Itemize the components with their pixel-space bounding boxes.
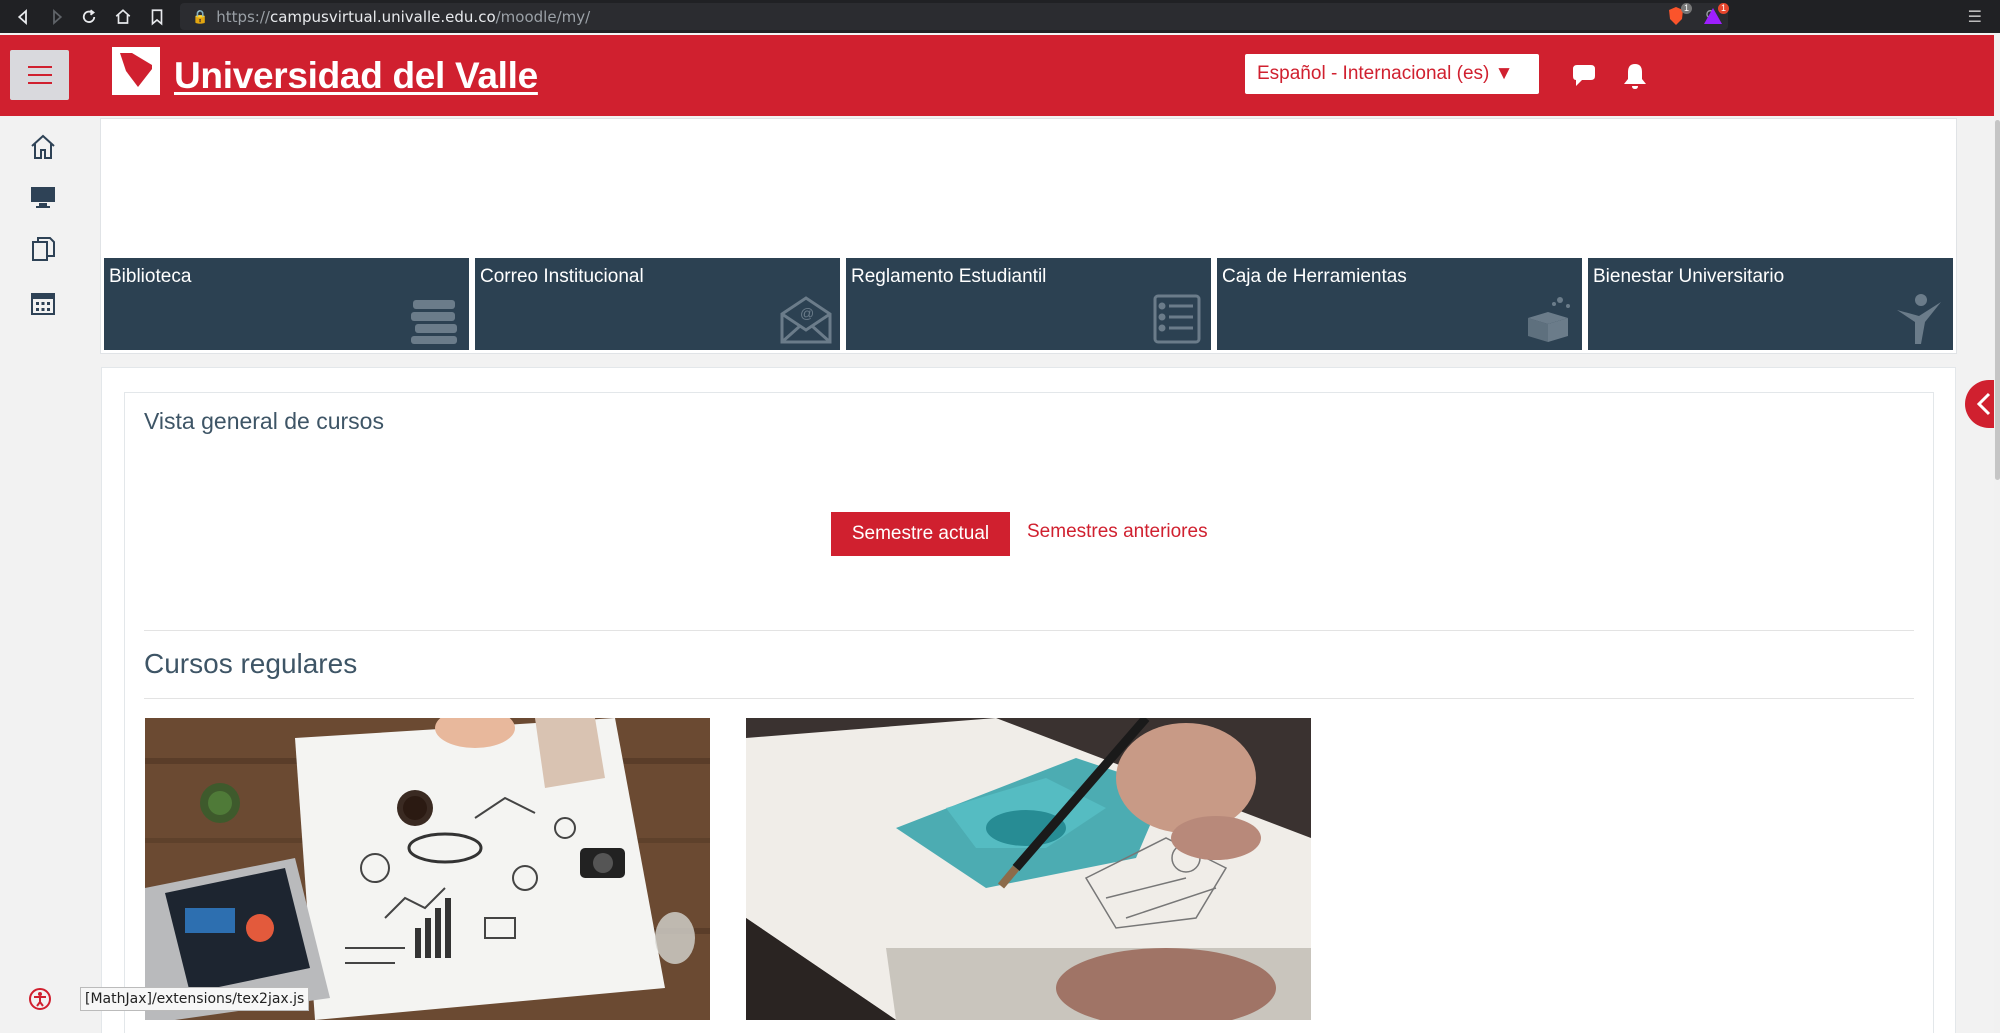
course-image-art[interactable] [746,718,1311,1020]
hamburger-menu-button[interactable] [10,50,69,100]
tile-label: Caja de Herramientas [1222,266,1407,287]
tile-label: Biblioteca [109,266,192,287]
bell-icon[interactable] [1620,61,1650,91]
accessibility-icon[interactable] [29,988,51,1010]
course-image-business[interactable] [145,718,710,1020]
home-icon[interactable] [28,132,58,162]
books-icon [407,290,463,346]
calendar-icon[interactable] [28,288,58,318]
status-tooltip: [MathJax]/extensions/tex2jax.js [80,987,310,1011]
url-text: https://campusvirtual.univalle.edu.co/mo… [216,7,591,26]
overview-title: Vista general de cursos [144,408,384,434]
univalle-logo-icon[interactable] [112,47,160,95]
brand-title[interactable]: Universidad del Valle [174,55,538,97]
tile-label: Correo Institucional [480,266,644,287]
brave-shield-icon[interactable]: 1 [1666,3,1692,26]
forward-icon[interactable] [40,0,74,33]
tile-correo[interactable]: Correo Institucional @ [475,258,840,350]
regular-courses-title: Cursos regulares [144,648,358,679]
divider [144,698,1914,699]
scrollbar-thumb[interactable] [1995,120,2000,480]
svg-text:@: @ [800,305,814,321]
dashboard-icon[interactable] [28,182,58,212]
person-icon [1891,290,1947,346]
address-bar[interactable]: 🔒 https://campusvirtual.univalle.edu.co/… [180,3,1728,30]
tile-biblioteca[interactable]: Biblioteca [104,258,469,350]
language-select[interactable]: Español - Internacional (es) ▼ [1245,54,1539,94]
tile-label: Reglamento Estudiantil [851,266,1047,287]
toolbox-icon [1520,290,1576,346]
chat-icon[interactable] [1569,61,1599,91]
list-icon [1149,290,1205,346]
brave-rewards-icon[interactable]: 1 [1703,3,1729,26]
mail-icon: @ [778,290,834,346]
home-icon[interactable] [106,0,140,33]
tile-bienestar[interactable]: Bienestar Universitario [1588,258,1953,350]
tile-label: Bienestar Universitario [1593,266,1785,287]
tile-reglamento[interactable]: Reglamento Estudiantil [846,258,1211,350]
site-header: Universidad del Valle Español - Internac… [0,35,1994,116]
lock-icon: 🔒 [192,8,209,24]
tab-current-semester[interactable]: Semestre actual [831,512,1010,556]
tile-caja-herramientas[interactable]: Caja de Herramientas [1217,258,1582,350]
left-nav-rail [0,116,79,1033]
files-icon[interactable] [28,234,58,264]
back-icon[interactable] [6,0,40,33]
bookmark-icon[interactable] [140,0,174,33]
divider [144,630,1914,631]
tab-previous-semesters[interactable]: Semestres anteriores [1027,521,1208,543]
browser-toolbar: 🔒 https://campusvirtual.univalle.edu.co/… [0,0,2000,33]
reload-icon[interactable] [72,0,106,33]
browser-menu-icon[interactable]: ☰ [1968,7,1982,27]
